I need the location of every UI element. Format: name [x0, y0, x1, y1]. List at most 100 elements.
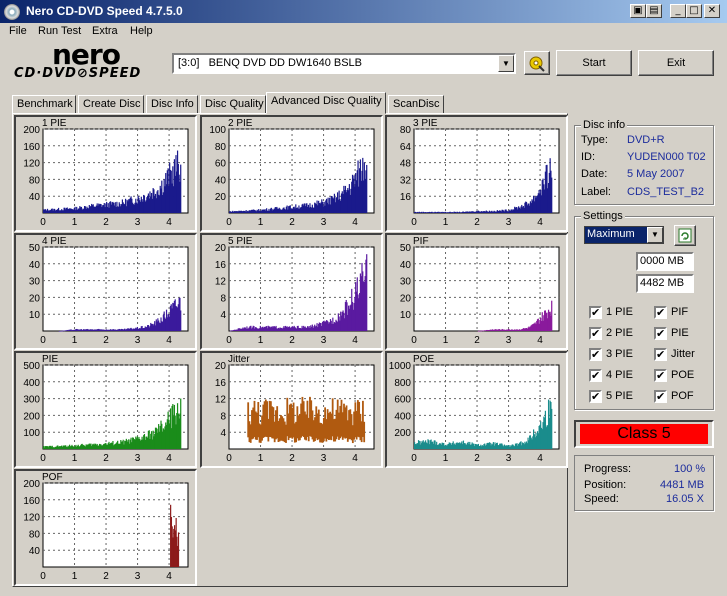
disc-type-value: DVD+R [627, 134, 665, 146]
menu-run-test[interactable]: Run Test [38, 25, 81, 37]
data-bar [180, 398, 182, 449]
menu-file[interactable]: File [9, 25, 27, 37]
x-tick-label: 2 [474, 453, 480, 464]
checkbox-pof[interactable]: ✔ POF [654, 390, 714, 404]
data-bar [551, 408, 553, 449]
checkbox-box[interactable]: ✔ [654, 390, 667, 403]
chevron-down-icon[interactable]: ▼ [498, 55, 514, 72]
checkbox-jitter[interactable]: ✔ Jitter [654, 348, 714, 362]
data-bar [551, 177, 553, 213]
speed-select[interactable]: Maximum ▼ [584, 226, 664, 244]
x-tick-label: 3 [506, 217, 512, 228]
tab-disc-quality[interactable]: Disc Quality [200, 95, 266, 114]
graph-pof: POF 200 160 120 80 40 0 1 2 3 4 [14, 469, 197, 586]
quality-class-value: Class 5 [580, 424, 708, 444]
checkbox-box[interactable]: ✔ [589, 348, 602, 361]
data-bar [363, 421, 366, 443]
y-tick-label: 80 [29, 175, 41, 186]
checkbox-3-pie[interactable]: ✔ 3 PIE [589, 348, 649, 362]
graph-plot: 80 64 48 32 16 0 1 2 3 4 [400, 125, 560, 228]
y-tick-label: 32 [400, 175, 412, 186]
refresh-button[interactable] [674, 225, 696, 246]
checkbox-box[interactable]: ✔ [589, 306, 602, 319]
disc-label-label: Label: [581, 186, 611, 198]
graph-pie: PIE 500 400 300 200 100 0 1 2 3 4 [14, 351, 197, 468]
x-tick-label: 4 [537, 217, 543, 228]
chevron-down-icon[interactable]: ▼ [647, 227, 663, 243]
x-tick-label: 2 [103, 571, 109, 582]
y-tick-label: 160 [23, 142, 40, 153]
x-tick-label: 2 [289, 217, 295, 228]
y-tick-label: 40 [29, 260, 41, 271]
tab-scandisc[interactable]: ScanDisc [388, 95, 444, 114]
graph-plot: 50 40 30 20 10 0 1 2 3 4 [400, 243, 560, 346]
x-tick-label: 0 [40, 335, 46, 346]
x-tick-label: 2 [474, 217, 480, 228]
x-tick-label: 3 [321, 335, 327, 346]
maximize-button[interactable]: □ [686, 4, 702, 18]
y-tick-label: 200 [23, 479, 40, 490]
menu-extra[interactable]: Extra [92, 25, 118, 37]
graph-plot: 50 40 30 20 10 0 1 2 3 4 [29, 243, 189, 346]
skin-icon-button[interactable]: ▣ [630, 4, 646, 18]
close-button[interactable]: ✕ [704, 4, 720, 18]
disc-id-label: ID: [581, 151, 596, 163]
x-tick-label: 0 [411, 217, 417, 228]
y-tick-label: 1000 [389, 361, 412, 372]
checkbox-label: 3 PIE [606, 348, 633, 360]
checkbox-label: PIF [671, 306, 689, 318]
x-tick-label: 4 [166, 453, 172, 464]
checkbox-box[interactable]: ✔ [589, 369, 602, 382]
x-tick-label: 1 [72, 571, 78, 582]
checkbox-pif[interactable]: ✔ PIF [654, 306, 714, 320]
tab-benchmark[interactable]: Benchmark [12, 95, 76, 114]
exit-button[interactable]: Exit [638, 50, 714, 76]
menu-help[interactable]: Help [130, 25, 153, 37]
checkbox-box[interactable]: ✔ [589, 390, 602, 403]
drive-select[interactable]: [3:0] BENQ DVD DD DW1640 BSLB ▼ [172, 53, 516, 74]
position-label: Position: [584, 479, 627, 491]
checkbox-5-pie[interactable]: ✔ 5 PIE [589, 390, 649, 404]
end-mb-input[interactable]: 4482 MB [636, 274, 694, 293]
x-tick-label: 0 [40, 217, 46, 228]
data-bar [180, 164, 182, 213]
checkbox-box[interactable]: ✔ [654, 348, 667, 361]
checkbox-box[interactable]: ✔ [589, 327, 602, 340]
x-tick-label: 3 [506, 335, 512, 346]
graph-plot: 1000 800 600 400 200 0 1 2 3 4 [389, 361, 560, 464]
checkbox-box[interactable]: ✔ [654, 369, 667, 382]
graph-jitter: Jitter 20 16 12 8 4 0 1 2 3 4 [200, 351, 383, 468]
x-tick-label: 4 [352, 453, 358, 464]
drive-info-button[interactable] [524, 51, 550, 75]
y-tick-label: 20 [215, 192, 227, 203]
tab-disc-info[interactable]: Disc Info [146, 95, 198, 114]
checkbox-box[interactable]: ✔ [654, 306, 667, 319]
x-tick-label: 4 [166, 335, 172, 346]
y-tick-label: 60 [215, 159, 227, 170]
y-tick-label: 120 [23, 159, 40, 170]
x-tick-label: 1 [443, 453, 449, 464]
tab-advanced-disc-quality[interactable]: Advanced Disc Quality [266, 92, 386, 114]
x-tick-label: 1 [72, 335, 78, 346]
checkbox-poe[interactable]: ✔ POE [654, 369, 714, 383]
x-tick-label: 0 [226, 217, 232, 228]
y-tick-label: 12 [215, 277, 227, 288]
x-tick-label: 1 [258, 453, 264, 464]
y-tick-label: 4 [220, 310, 226, 321]
checkbox-box[interactable]: ✔ [654, 327, 667, 340]
checkbox-2-pie[interactable]: ✔ 2 PIE [589, 327, 649, 341]
speed-select-value: Maximum [587, 228, 635, 240]
graph-3-pie: 3 PIE 80 64 48 32 16 0 1 2 3 4 [385, 115, 568, 232]
checkbox-label: 5 PIE [606, 390, 633, 402]
data-bar [177, 532, 180, 567]
checkbox-4-pie[interactable]: ✔ 4 PIE [589, 369, 649, 383]
start-mb-input[interactable]: 0000 MB [636, 252, 694, 271]
minimize-button[interactable]: _ [670, 4, 686, 18]
checkbox-pie[interactable]: ✔ PIE [654, 327, 714, 341]
tab-create-disc[interactable]: Create Disc [78, 95, 144, 114]
checkbox-1-pie[interactable]: ✔ 1 PIE [589, 306, 649, 320]
disc-info-icon [529, 56, 545, 72]
start-button[interactable]: Start [556, 50, 632, 76]
x-tick-label: 3 [135, 571, 141, 582]
save-icon-button[interactable]: ▤ [646, 4, 662, 18]
